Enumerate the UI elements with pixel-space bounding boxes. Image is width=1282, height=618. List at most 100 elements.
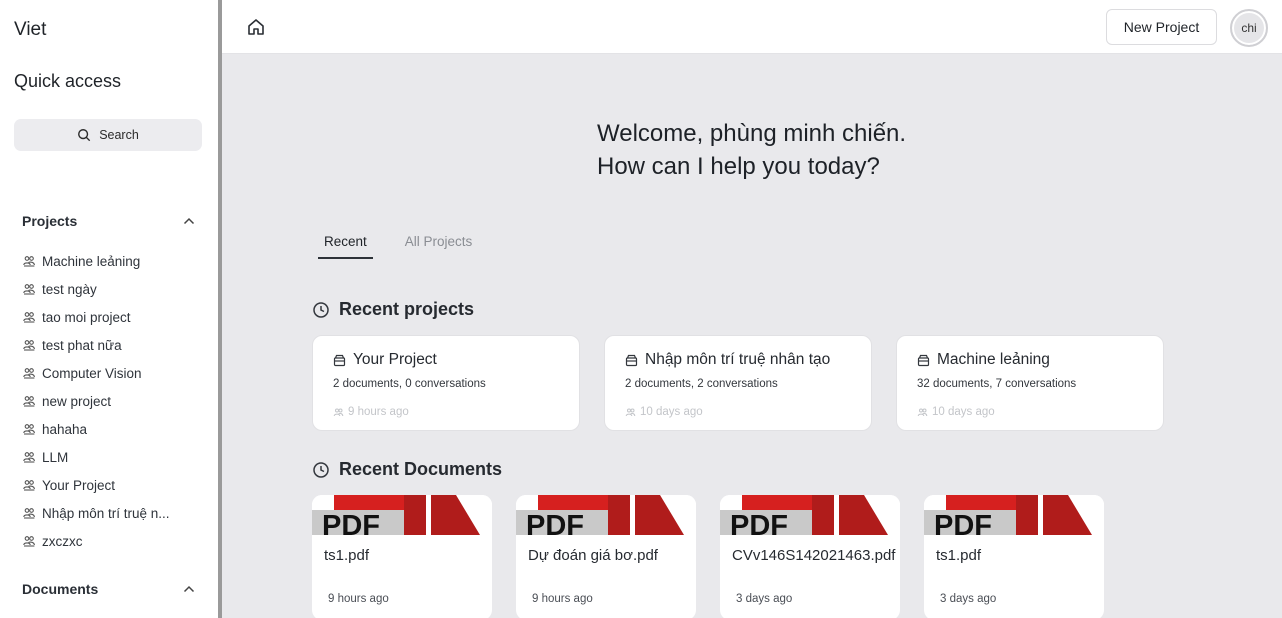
sidebar-item-label: new project	[42, 393, 112, 409]
recent-projects-title: Recent projects	[339, 299, 475, 319]
recent-documents-title: Recent Documents	[339, 459, 503, 479]
document-card[interactable]: PDF Dự đoán giá bơ.pdf 9 hours ago	[516, 495, 696, 618]
home-icon[interactable]	[246, 17, 266, 37]
pdf-label: PDF	[934, 510, 992, 535]
project-box-icon	[333, 354, 346, 366]
sidebar-item-label: hahaha	[42, 421, 88, 437]
document-card-name: Dự đoán giá bơ.pdf	[528, 547, 658, 564]
project-icon	[23, 396, 35, 407]
sidebar-item-tao-moi-project[interactable]: tao moi project	[22, 303, 212, 331]
document-card-time: 3 days ago	[736, 593, 793, 605]
workspace-name[interactable]: Viet	[14, 19, 46, 41]
document-card-time: 9 hours ago	[532, 593, 593, 605]
sidebar-resize-handle[interactable]	[218, 0, 222, 618]
sidebar-item-label: Machine leảning	[42, 253, 141, 269]
project-card[interactable]: Machine leảning 32 documents, 7 conversat…	[896, 335, 1164, 431]
document-card[interactable]: PDF CVv146S142021463.pdf 3 days ago	[720, 495, 900, 618]
project-card-stats: 2 documents, 0 conversations	[333, 378, 486, 390]
quick-access-heading: Quick access	[14, 71, 122, 91]
sidebar-item-your-project[interactable]: Your Project	[22, 471, 212, 499]
chevron-up-icon	[183, 585, 195, 593]
sidebar-item-test-phat-nua[interactable]: test phat nữa	[22, 331, 212, 359]
sidebar-item-label: zxczxc	[42, 533, 83, 549]
sidebar-item-label: Computer Vision	[42, 365, 142, 381]
project-icon	[23, 480, 35, 491]
documents-section-toggle[interactable]: Documents	[22, 581, 196, 597]
recent-documents-heading: Recent Documents	[312, 459, 502, 480]
sidebar-item-hahaha[interactable]: hahaha	[22, 415, 212, 443]
projects-section-toggle[interactable]: Projects	[22, 213, 196, 229]
project-card-title: Nhập môn trí truệ nhân tạo	[625, 351, 830, 369]
document-card-time: 3 days ago	[940, 593, 997, 605]
sidebar-item-computer-vision[interactable]: Computer Vision	[22, 359, 212, 387]
sidebar: Viet Quick access Search Projects Machin…	[0, 0, 218, 618]
project-card-name: Your Project	[353, 351, 437, 368]
document-card-time: 9 hours ago	[328, 593, 389, 605]
recent-projects-heading: Recent projects	[312, 299, 474, 320]
project-box-icon	[625, 354, 638, 366]
welcome-message: Welcome, phùng minh chiến. How can I hel…	[597, 117, 906, 183]
search-button[interactable]: Search	[14, 119, 202, 151]
project-card-time-label: 9 hours ago	[348, 406, 409, 418]
view-tabs: Recent All Projects	[318, 234, 478, 259]
pdf-thumbnail-icon: PDF	[924, 495, 1104, 535]
top-bar: New Project chi	[222, 0, 1282, 54]
project-icon	[23, 368, 35, 379]
sidebar-item-label: test ngày	[42, 281, 97, 297]
welcome-line-2: How can I help you today?	[597, 153, 880, 180]
project-card-time: 10 days ago	[917, 406, 995, 418]
sidebar-item-machine-leaning[interactable]: Machine leảning	[22, 247, 212, 275]
team-icon	[917, 408, 928, 416]
sidebar-item-zxczxc[interactable]: zxczxc	[22, 527, 212, 555]
project-card-name: Machine leảning	[937, 351, 1050, 368]
document-card[interactable]: PDF ts1.pdf 3 days ago	[924, 495, 1104, 618]
project-card-title: Machine leảning	[917, 351, 1050, 369]
welcome-line-1: Welcome, phùng minh chiến.	[597, 120, 907, 147]
new-project-button[interactable]: New Project	[1106, 9, 1217, 45]
clock-icon	[313, 461, 329, 478]
team-icon	[625, 408, 636, 416]
project-icon	[23, 284, 35, 295]
sidebar-item-test-ngay[interactable]: test ngày	[22, 275, 212, 303]
pdf-label: PDF	[526, 510, 584, 535]
project-card-name: Nhập môn trí truệ nhân tạo	[645, 351, 831, 368]
project-icon	[23, 340, 35, 351]
sidebar-item-label: Nhập môn trí truệ n...	[42, 505, 170, 521]
sidebar-item-label: tao moi project	[42, 309, 131, 325]
documents-heading: Documents	[22, 581, 99, 597]
sidebar-item-label: test phat nữa	[42, 337, 122, 353]
search-label: Search	[99, 128, 139, 142]
document-card-name: ts1.pdf	[324, 547, 370, 564]
project-card-stats: 2 documents, 2 conversations	[625, 378, 778, 390]
sidebar-item-label: LLM	[42, 449, 69, 465]
project-card-time: 10 days ago	[625, 406, 703, 418]
sidebar-item-new-project[interactable]: new project	[22, 387, 212, 415]
project-icon	[23, 452, 35, 463]
chevron-up-icon	[183, 217, 195, 225]
tab-recent[interactable]: Recent	[318, 234, 373, 259]
document-card[interactable]: PDF ts1.pdf 9 hours ago	[312, 495, 492, 618]
sidebar-item-nhap-mon-tri-true-n[interactable]: Nhập môn trí truệ n...	[22, 499, 212, 527]
project-card[interactable]: Nhập môn trí truệ nhân tạo 2 documents, 2…	[604, 335, 872, 431]
project-card-stats: 32 documents, 7 conversations	[917, 378, 1077, 390]
project-icon	[23, 256, 35, 267]
pdf-thumbnail-icon: PDF	[516, 495, 696, 535]
tab-all-projects[interactable]: All Projects	[399, 234, 479, 259]
team-icon	[333, 408, 344, 416]
avatar[interactable]: chi	[1230, 9, 1268, 47]
project-card-title: Your Project	[333, 351, 437, 369]
projects-list: Machine leảning test ngày tao moi project t…	[22, 247, 212, 555]
pdf-label: PDF	[322, 510, 380, 535]
document-card-name: ts1.pdf	[936, 547, 982, 564]
sidebar-item-llm[interactable]: LLM	[22, 443, 212, 471]
project-card-time: 9 hours ago	[333, 406, 409, 418]
document-card-name: CVv146S142021463.pdf	[732, 547, 896, 564]
project-card[interactable]: Your Project 2 documents, 0 conversations…	[312, 335, 580, 431]
project-box-icon	[917, 354, 930, 366]
project-card-time-label: 10 days ago	[932, 406, 995, 418]
project-card-time-label: 10 days ago	[640, 406, 703, 418]
project-icon	[23, 312, 35, 323]
project-icon	[23, 508, 35, 519]
pdf-thumbnail-icon: PDF	[720, 495, 900, 535]
project-icon	[23, 424, 35, 435]
